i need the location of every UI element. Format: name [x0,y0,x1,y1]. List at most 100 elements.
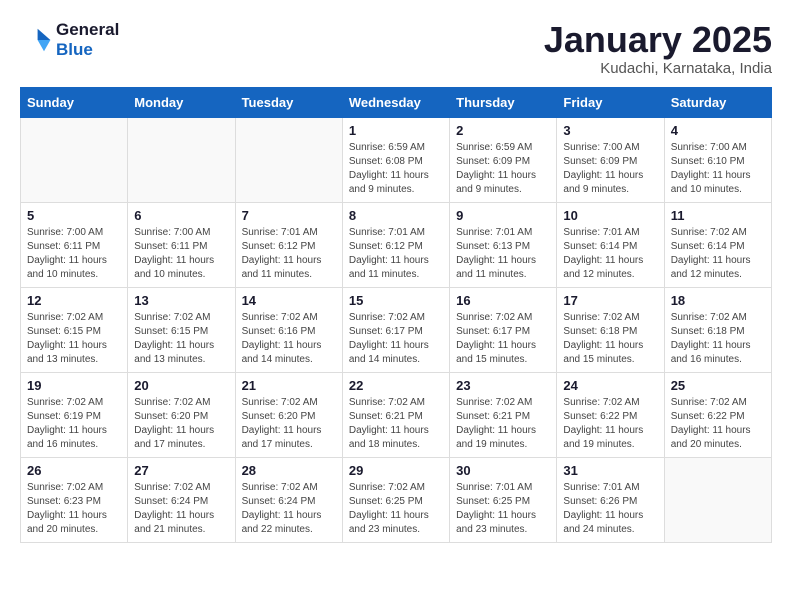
day-info: Sunrise: 7:02 AM Sunset: 6:16 PM Dayligh… [242,311,336,367]
month-title: January 2025 [544,20,772,60]
day-number: 2 [456,123,550,138]
day-number: 19 [27,378,121,393]
calendar-cell: 12Sunrise: 7:02 AM Sunset: 6:15 PM Dayli… [21,287,128,372]
weekday-header: Friday [557,87,664,117]
calendar-cell: 25 Sunrise: 7:02 AM Sunset: 6:22 PM Dayli… [664,372,771,457]
day-number: 3 [563,123,657,138]
day-info: Sunrise: 7:01 AM Sunset: 6:26 PM Dayligh… [563,481,657,537]
day-info: Sunrise: 7:02 AM Sunset: 6:22 PM Dayligh… [671,396,765,452]
calendar-cell [235,117,342,202]
day-number: 5 [27,208,121,223]
day-info: Sunrise: 7:02 AM Sunset: 6:19 PM Dayligh… [27,396,121,452]
day-info: Sunrise: 7:02 AM Sunset: 6:15 PM Dayligh… [27,311,121,367]
day-number: 1 [349,123,443,138]
day-info: Sunrise: 7:02 AM Sunset: 6:18 PM Dayligh… [671,311,765,367]
day-number: 29 [349,463,443,478]
calendar-cell: 26 Sunrise: 7:02 AM Sunset: 6:23 PM Dayli… [21,457,128,542]
day-number: 13 [134,293,228,308]
calendar-cell: 17 Sunrise: 7:02 AM Sunset: 6:18 PM Dayli… [557,287,664,372]
calendar-cell: 29 Sunrise: 7:02 AM Sunset: 6:25 PM Dayli… [342,457,449,542]
day-info: Sunrise: 7:02 AM Sunset: 6:14 PM Dayligh… [671,226,765,282]
calendar-cell: 24Sunrise: 7:02 AM Sunset: 6:22 PM Dayli… [557,372,664,457]
calendar-cell: 18 Sunrise: 7:02 AM Sunset: 6:18 PM Dayli… [664,287,771,372]
weekday-header: Sunday [21,87,128,117]
page-header: General Blue January 2025 Kudachi, Karna… [20,20,772,77]
day-info: Sunrise: 7:02 AM Sunset: 6:21 PM Dayligh… [456,396,550,452]
calendar-header-row: SundayMondayTuesdayWednesdayThursdayFrid… [21,87,772,117]
day-info: Sunrise: 7:00 AM Sunset: 6:11 PM Dayligh… [27,226,121,282]
calendar-week-row: 12Sunrise: 7:02 AM Sunset: 6:15 PM Dayli… [21,287,772,372]
day-info: Sunrise: 7:02 AM Sunset: 6:24 PM Dayligh… [242,481,336,537]
calendar-cell: 1 Sunrise: 6:59 AM Sunset: 6:08 PM Daylig… [342,117,449,202]
day-number: 30 [456,463,550,478]
calendar-table: SundayMondayTuesdayWednesdayThursdayFrid… [20,87,772,543]
calendar-week-row: 5 Sunrise: 7:00 AM Sunset: 6:11 PM Daylig… [21,202,772,287]
calendar-week-row: 19 Sunrise: 7:02 AM Sunset: 6:19 PM Dayli… [21,372,772,457]
calendar-cell: 28Sunrise: 7:02 AM Sunset: 6:24 PM Dayli… [235,457,342,542]
day-info: Sunrise: 7:02 AM Sunset: 6:17 PM Dayligh… [349,311,443,367]
day-number: 4 [671,123,765,138]
day-number: 26 [27,463,121,478]
day-info: Sunrise: 7:02 AM Sunset: 6:18 PM Dayligh… [563,311,657,367]
day-info: Sunrise: 7:02 AM Sunset: 6:17 PM Dayligh… [456,311,550,367]
day-info: Sunrise: 7:01 AM Sunset: 6:13 PM Dayligh… [456,226,550,282]
calendar-cell: 19 Sunrise: 7:02 AM Sunset: 6:19 PM Dayli… [21,372,128,457]
day-number: 9 [456,208,550,223]
weekday-header: Monday [128,87,235,117]
calendar-cell: 21Sunrise: 7:02 AM Sunset: 6:20 PM Dayli… [235,372,342,457]
calendar-cell: 27 Sunrise: 7:02 AM Sunset: 6:24 PM Dayli… [128,457,235,542]
day-number: 18 [671,293,765,308]
day-info: Sunrise: 7:02 AM Sunset: 6:24 PM Dayligh… [134,481,228,537]
calendar-cell: 14 Sunrise: 7:02 AM Sunset: 6:16 PM Dayli… [235,287,342,372]
day-number: 17 [563,293,657,308]
day-info: Sunrise: 6:59 AM Sunset: 6:09 PM Dayligh… [456,141,550,197]
day-number: 11 [671,208,765,223]
day-info: Sunrise: 7:01 AM Sunset: 6:25 PM Dayligh… [456,481,550,537]
calendar-cell: 22Sunrise: 7:02 AM Sunset: 6:21 PM Dayli… [342,372,449,457]
day-number: 31 [563,463,657,478]
day-number: 14 [242,293,336,308]
calendar-cell: 13 Sunrise: 7:02 AM Sunset: 6:15 PM Dayli… [128,287,235,372]
day-number: 10 [563,208,657,223]
day-info: Sunrise: 7:01 AM Sunset: 6:12 PM Dayligh… [349,226,443,282]
day-info: Sunrise: 7:02 AM Sunset: 6:20 PM Dayligh… [134,396,228,452]
day-number: 20 [134,378,228,393]
day-number: 27 [134,463,228,478]
day-info: Sunrise: 6:59 AM Sunset: 6:08 PM Dayligh… [349,141,443,197]
day-number: 16 [456,293,550,308]
day-info: Sunrise: 7:02 AM Sunset: 6:15 PM Dayligh… [134,311,228,367]
calendar-week-row: 26 Sunrise: 7:02 AM Sunset: 6:23 PM Dayli… [21,457,772,542]
day-number: 25 [671,378,765,393]
calendar-cell: 5 Sunrise: 7:00 AM Sunset: 6:11 PM Daylig… [21,202,128,287]
day-info: Sunrise: 7:00 AM Sunset: 6:09 PM Dayligh… [563,141,657,197]
day-number: 7 [242,208,336,223]
day-number: 22 [349,378,443,393]
day-info: Sunrise: 7:01 AM Sunset: 6:12 PM Dayligh… [242,226,336,282]
calendar-cell: 11 Sunrise: 7:02 AM Sunset: 6:14 PM Dayli… [664,202,771,287]
day-number: 23 [456,378,550,393]
weekday-header: Saturday [664,87,771,117]
calendar-cell: 16 Sunrise: 7:02 AM Sunset: 6:17 PM Dayli… [450,287,557,372]
day-info: Sunrise: 7:02 AM Sunset: 6:25 PM Dayligh… [349,481,443,537]
day-number: 15 [349,293,443,308]
calendar-cell: 15 Sunrise: 7:02 AM Sunset: 6:17 PM Dayli… [342,287,449,372]
calendar-cell: 3 Sunrise: 7:00 AM Sunset: 6:09 PM Daylig… [557,117,664,202]
calendar-cell: 9 Sunrise: 7:01 AM Sunset: 6:13 PM Daylig… [450,202,557,287]
day-info: Sunrise: 7:01 AM Sunset: 6:14 PM Dayligh… [563,226,657,282]
calendar-cell: 8 Sunrise: 7:01 AM Sunset: 6:12 PM Daylig… [342,202,449,287]
day-info: Sunrise: 7:02 AM Sunset: 6:23 PM Dayligh… [27,481,121,537]
calendar-cell [21,117,128,202]
logo: General Blue [20,20,119,60]
calendar-cell [128,117,235,202]
calendar-cell: 23 Sunrise: 7:02 AM Sunset: 6:21 PM Dayli… [450,372,557,457]
calendar-cell: 10 Sunrise: 7:01 AM Sunset: 6:14 PM Dayli… [557,202,664,287]
calendar-cell [664,457,771,542]
calendar-cell: 4 Sunrise: 7:00 AM Sunset: 6:10 PM Daylig… [664,117,771,202]
title-section: January 2025 Kudachi, Karnataka, India [544,20,772,77]
day-number: 8 [349,208,443,223]
weekday-header: Thursday [450,87,557,117]
calendar-cell: 2 Sunrise: 6:59 AM Sunset: 6:09 PM Daylig… [450,117,557,202]
calendar-week-row: 1 Sunrise: 6:59 AM Sunset: 6:08 PM Daylig… [21,117,772,202]
calendar-cell: 7 Sunrise: 7:01 AM Sunset: 6:12 PM Daylig… [235,202,342,287]
day-info: Sunrise: 7:00 AM Sunset: 6:10 PM Dayligh… [671,141,765,197]
